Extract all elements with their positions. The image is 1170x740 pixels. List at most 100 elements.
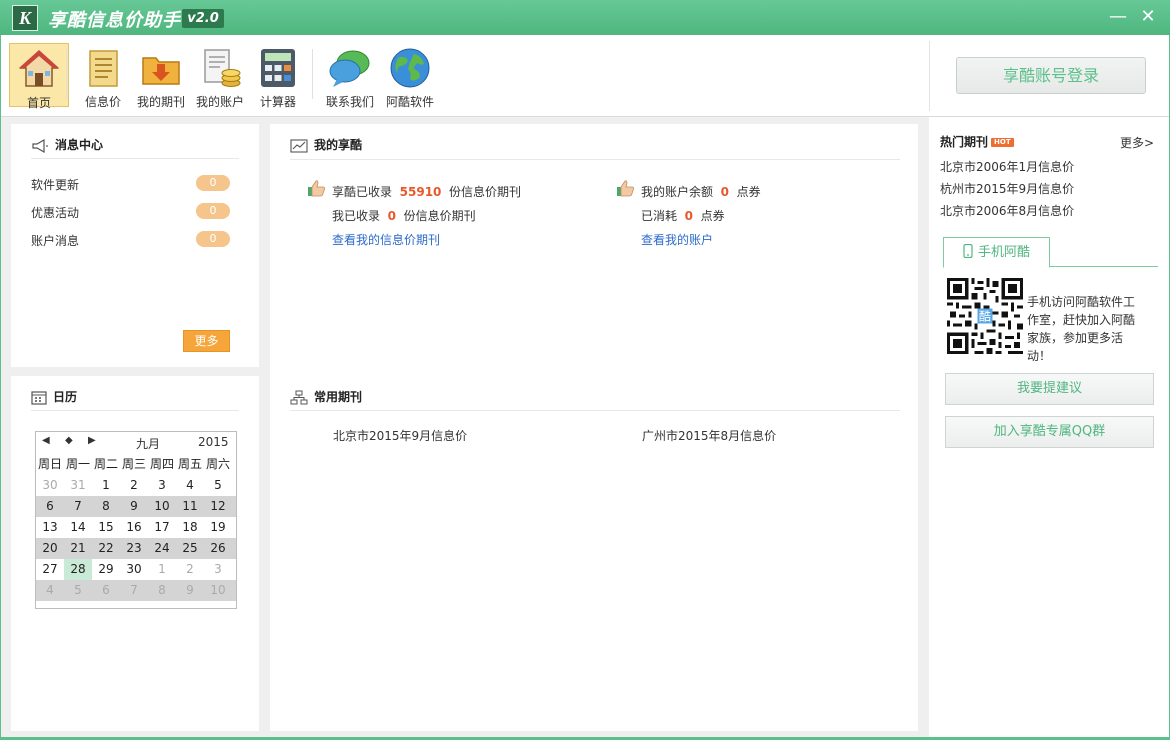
hot-journal-item[interactable]: 杭州市2015年9月信息价	[940, 180, 1074, 197]
calendar-day[interactable]: 16	[120, 517, 148, 538]
toolbar-info-price-button[interactable]: 信息价	[73, 43, 133, 109]
hot-more-link[interactable]: 更多>	[1120, 134, 1154, 151]
minimize-button[interactable]: —	[1107, 6, 1129, 28]
count-badge: 0	[196, 231, 230, 247]
calendar-day[interactable]: 10	[204, 580, 232, 601]
common-journal-item[interactable]: 广州市2015年8月信息价	[642, 427, 776, 444]
weekday-label: 周四	[149, 457, 174, 471]
my-collected-stat: 我已收录 0 份信息价期刊	[332, 207, 476, 224]
hot-journal-item[interactable]: 北京市2006年1月信息价	[940, 158, 1074, 175]
calendar-day[interactable]: 13	[36, 517, 64, 538]
right-sidebar: 热门期刊 HOT 更多> 北京市2006年1月信息价 杭州市2015年9月信息价 …	[929, 117, 1169, 737]
calendar-day[interactable]: 2	[176, 559, 204, 580]
weekday-label: 周一	[65, 457, 90, 471]
calendar-day[interactable]: 21	[64, 538, 92, 559]
calendar-today-button[interactable]: ◆	[65, 435, 73, 446]
calendar-day-today[interactable]: 28	[64, 559, 92, 580]
calendar-day[interactable]: 4	[176, 475, 204, 496]
calendar-day[interactable]: 26	[204, 538, 232, 559]
toolbar-my-account-label: 我的账户	[195, 95, 244, 109]
calendar-day[interactable]: 15	[92, 517, 120, 538]
tab-underline	[1050, 266, 1158, 267]
messages-more-button[interactable]: 更多	[183, 330, 230, 352]
calendar-day[interactable]: 23	[120, 538, 148, 559]
calendar-day[interactable]: 12	[204, 496, 232, 517]
calendar-day[interactable]: 3	[148, 475, 176, 496]
stat-text: 我已收录	[332, 209, 381, 223]
stat-text: 点券	[736, 185, 761, 199]
calendar-day[interactable]: 10	[148, 496, 176, 517]
calendar-grid: 周日 周一 周二 周三 周四 周五 周六 30 31 1 2 3 4 5 6 7…	[36, 454, 236, 601]
close-button[interactable]: ✕	[1137, 6, 1159, 28]
calendar-day[interactable]: 30	[120, 559, 148, 580]
calendar-widget: ◀ ◆ ▶ 九月 2015 周日 周一 周二 周三 周四 周五 周六 30 31…	[35, 431, 237, 609]
toolbar-calculator-button[interactable]: 计算器	[248, 43, 308, 109]
calendar-day[interactable]: 30	[36, 475, 64, 496]
calendar-day[interactable]: 3	[204, 559, 232, 580]
calendar-day[interactable]: 1	[92, 475, 120, 496]
content-area: 消息中心 软件更新 0 优惠活动 0 账户消息 0 更多 日历 ◀ ◆ ▶ 九月	[1, 117, 1169, 737]
calendar-day[interactable]: 7	[120, 580, 148, 601]
calendar-day[interactable]: 6	[92, 580, 120, 601]
stat-text: 份信息价期刊	[449, 185, 522, 199]
calendar-day[interactable]: 19	[204, 517, 232, 538]
calendar-prev-button[interactable]: ◀	[42, 435, 50, 446]
toolbar-aku-software-label: 阿酷软件	[385, 95, 434, 109]
app-logo: K	[12, 5, 38, 31]
divider	[31, 158, 239, 159]
calendar-day[interactable]: 20	[36, 538, 64, 559]
calendar-day[interactable]: 9	[176, 580, 204, 601]
message-software-update[interactable]: 软件更新	[31, 176, 79, 193]
my-xiangku-title-text: 我的享酷	[314, 138, 363, 152]
view-my-journals-link[interactable]: 查看我的信息价期刊	[332, 231, 440, 248]
stat-number: 0	[387, 209, 397, 223]
toolbar-divider	[312, 49, 313, 99]
calendar-icon	[31, 391, 47, 405]
tab-mobile-aku[interactable]: 手机阿酷	[943, 237, 1050, 268]
calendar-day[interactable]: 17	[148, 517, 176, 538]
calendar-day[interactable]: 5	[64, 580, 92, 601]
calendar-header: ◀ ◆ ▶ 九月 2015	[36, 432, 236, 452]
toolbar-aku-software-button[interactable]: 阿酷软件	[380, 43, 440, 109]
calendar-day[interactable]: 9	[120, 496, 148, 517]
hot-journal-item[interactable]: 北京市2006年8月信息价	[940, 202, 1074, 219]
calendar-day[interactable]: 27	[36, 559, 64, 580]
calendar-day[interactable]: 4	[36, 580, 64, 601]
calendar-day[interactable]: 5	[204, 475, 232, 496]
thumbs-up-icon	[308, 180, 325, 197]
stat-text: 份信息价期刊	[403, 209, 476, 223]
calendar-day[interactable]: 31	[64, 475, 92, 496]
calendar-day[interactable]: 29	[92, 559, 120, 580]
calendar-day[interactable]: 11	[176, 496, 204, 517]
calendar-day[interactable]: 14	[64, 517, 92, 538]
toolbar-home-button[interactable]: 首页	[9, 43, 69, 110]
view-my-account-link[interactable]: 查看我的账户	[641, 231, 713, 248]
join-qq-group-button[interactable]: 加入享酷专属QQ群	[945, 416, 1154, 448]
calendar-day[interactable]: 18	[176, 517, 204, 538]
toolbar-contact-button[interactable]: 联系我们	[320, 43, 380, 109]
login-button[interactable]: 享酷账号登录	[956, 57, 1146, 94]
calendar-day[interactable]: 8	[92, 496, 120, 517]
calendar-day[interactable]: 8	[148, 580, 176, 601]
stat-text: 已消耗	[641, 209, 678, 223]
calendar-day[interactable]: 7	[64, 496, 92, 517]
hot-journals-title: 热门期刊 HOT	[940, 133, 1014, 150]
suggest-button[interactable]: 我要提建议	[945, 373, 1154, 405]
toolbar-my-account-button[interactable]: 我的账户	[190, 43, 250, 109]
calendar-day[interactable]: 2	[120, 475, 148, 496]
toolbar-divider	[929, 41, 930, 111]
main-panel: 我的享酷 享酷已收录 55910 份信息价期刊 我已收录 0 份信息价期刊 查看…	[270, 124, 918, 731]
calendar-day[interactable]: 24	[148, 538, 176, 559]
calendar-day[interactable]: 1	[148, 559, 176, 580]
calendar-day[interactable]: 22	[92, 538, 120, 559]
calendar-day[interactable]: 6	[36, 496, 64, 517]
calendar-day[interactable]: 25	[176, 538, 204, 559]
message-promotions[interactable]: 优惠活动	[31, 204, 79, 221]
common-journal-item[interactable]: 北京市2015年9月信息价	[333, 427, 467, 444]
calendar-next-button[interactable]: ▶	[88, 435, 96, 446]
toolbar-divider	[66, 49, 67, 99]
divider	[290, 410, 900, 411]
toolbar-my-journals-button[interactable]: 我的期刊	[131, 43, 191, 109]
toolbar-info-price-label: 信息价	[84, 95, 121, 109]
message-account[interactable]: 账户消息	[31, 232, 79, 249]
